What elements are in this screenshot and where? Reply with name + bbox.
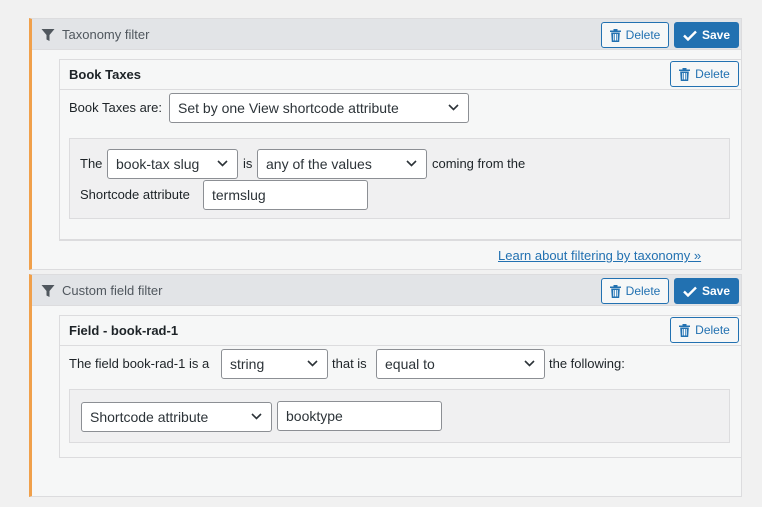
select-value: Shortcode attribute (90, 409, 209, 425)
checkmark-icon (683, 286, 697, 297)
select-value: book-tax slug (116, 156, 200, 172)
value-source-select[interactable]: Shortcode attribute (81, 402, 272, 432)
book-taxes-header: Book Taxes Delete (60, 60, 741, 90)
book-taxes-title: Book Taxes (69, 67, 142, 82)
custom-field-filter-header: Custom field filter Delete Save (32, 275, 741, 306)
select-value: any of the values (266, 156, 372, 172)
custom-field-filter-title: Custom field filter (41, 283, 162, 298)
input-value: booktype (286, 408, 343, 424)
taxonomy-filter-title-text: Taxonomy filter (62, 27, 150, 42)
trash-icon (679, 323, 691, 337)
taxonomy-filter-title: Taxonomy filter (41, 27, 149, 42)
book-taxes-block: Book Taxes Delete Book Taxes are: Set by… (59, 59, 742, 240)
chevron-down-icon (251, 413, 262, 420)
attribute-label: Shortcode attribute (80, 187, 190, 202)
book-taxes-mode-label: Book Taxes are: (69, 100, 162, 115)
book-taxes-delete-button[interactable]: Delete (670, 61, 739, 87)
taxonomy-rule-box: The book-tax slug is any of the values c… (69, 138, 730, 219)
field-block-delete-button[interactable]: Delete (670, 317, 739, 343)
trash-icon (609, 28, 621, 42)
save-label: Save (701, 284, 731, 298)
following-label: the following: (549, 356, 625, 371)
term-select[interactable]: book-tax slug (107, 149, 238, 179)
chevron-down-icon (448, 104, 459, 111)
rule-is-label: is (243, 156, 253, 171)
field-value-box: Shortcode attribute booktype (69, 389, 730, 443)
compare-select[interactable]: any of the values (257, 149, 427, 179)
field-book-rad-1-block: Field - book-rad-1 Delete The field book… (59, 315, 742, 458)
select-value: equal to (385, 356, 435, 372)
field-type-select[interactable]: string (221, 349, 328, 379)
taxonomy-filter-panel: Taxonomy filter Delete Save Book Taxes D… (29, 18, 742, 270)
chevron-down-icon (307, 360, 318, 367)
book-taxes-mode-select[interactable]: Set by one View shortcode attribute (169, 93, 469, 123)
trash-icon (609, 284, 621, 298)
input-value: termslug (212, 187, 266, 203)
delete-label: Delete (625, 284, 661, 298)
checkmark-icon (683, 30, 697, 41)
field-compare-select[interactable]: equal to (376, 349, 545, 379)
chevron-down-icon (524, 360, 535, 367)
delete-label: Delete (695, 323, 730, 337)
save-label: Save (701, 28, 731, 42)
taxonomy-filter-header: Taxonomy filter Delete Save (32, 19, 741, 50)
that-is-label: that is (332, 356, 367, 371)
taxonomy-filter-save-button[interactable]: Save (674, 22, 739, 48)
divider (59, 240, 742, 241)
delete-label: Delete (695, 67, 730, 81)
custom-field-filter-panel: Custom field filter Delete Save Field - … (29, 274, 742, 497)
rule-prefix: The (80, 156, 103, 171)
termslug-input[interactable]: termslug (203, 180, 368, 210)
filter-icon (41, 28, 55, 41)
custom-field-filter-save-button[interactable]: Save (674, 278, 739, 304)
custom-field-filter-delete-button[interactable]: Delete (601, 278, 669, 304)
field-block-title: Field - book-rad-1 (69, 323, 179, 338)
delete-label: Delete (625, 28, 661, 42)
filter-icon (41, 284, 55, 297)
rule-suffix: coming from the (432, 156, 526, 171)
taxonomy-filter-delete-button[interactable]: Delete (601, 22, 669, 48)
field-type-label: The field book-rad-1 is a (69, 356, 210, 371)
chevron-down-icon (217, 160, 228, 167)
select-value: string (230, 356, 265, 372)
chevron-down-icon (406, 160, 417, 167)
learn-taxonomy-link[interactable]: Learn about filtering by taxonomy » (498, 248, 701, 263)
booktype-input[interactable]: booktype (277, 401, 442, 431)
trash-icon (679, 67, 691, 81)
field-block-header: Field - book-rad-1 Delete (60, 316, 741, 346)
custom-field-filter-title-text: Custom field filter (62, 283, 163, 298)
select-value: Set by one View shortcode attribute (178, 100, 399, 116)
